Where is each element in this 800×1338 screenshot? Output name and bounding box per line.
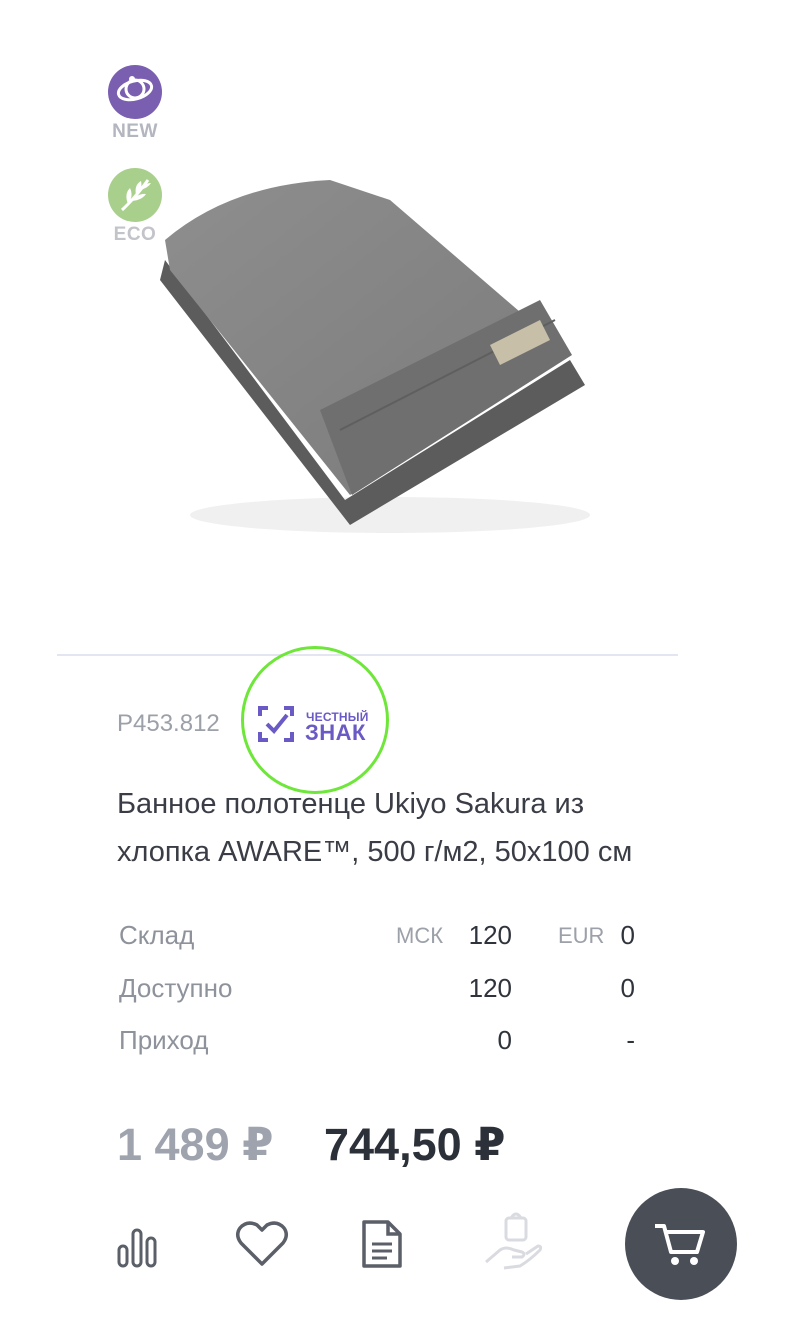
stock-col-eur: EUR <box>558 923 605 948</box>
stock-msk-prihod: 0 <box>497 1025 512 1055</box>
current-price: 744,50 ₽ <box>324 1119 506 1170</box>
new-badge: NEW <box>107 65 163 143</box>
product-title-line2: хлопка AWARE™, 500 г/м2, 50х100 см <box>117 836 633 868</box>
stock-label-prihod: Приход <box>119 1025 209 1055</box>
stock-eur-dostupno: 0 <box>620 973 635 1003</box>
stock-msk-dostupno: 120 <box>468 973 512 1003</box>
stock-eur-sklad: 0 <box>620 920 635 950</box>
stock-label-sklad: Склад <box>119 920 195 950</box>
product-sku: P453.812 <box>117 710 220 737</box>
cart-icon <box>651 1216 711 1277</box>
product-image[interactable] <box>140 170 610 550</box>
highlight-ring <box>241 646 389 794</box>
new-badge-label: NEW <box>112 121 158 142</box>
hand-bag-icon[interactable] <box>478 1210 548 1280</box>
stock-eur-prihod: - <box>626 1025 635 1055</box>
ufo-icon <box>108 65 162 119</box>
old-price: 1 489 ₽ <box>117 1119 274 1170</box>
heart-icon[interactable] <box>227 1210 297 1280</box>
document-icon[interactable] <box>347 1210 417 1280</box>
stats-icon[interactable] <box>110 1210 180 1280</box>
stock-col-msk: МСК <box>396 923 444 948</box>
divider <box>57 654 678 656</box>
stock-msk-sklad: 120 <box>468 920 512 950</box>
add-to-cart-button[interactable] <box>625 1188 737 1300</box>
product-title[interactable]: Банное полотенце Ukiyo Sakura из хлопка … <box>117 780 717 876</box>
stock-label-dostupno: Доступно <box>119 973 233 1003</box>
product-title-line1: Банное полотенце Ukiyo Sakura из <box>117 788 585 820</box>
